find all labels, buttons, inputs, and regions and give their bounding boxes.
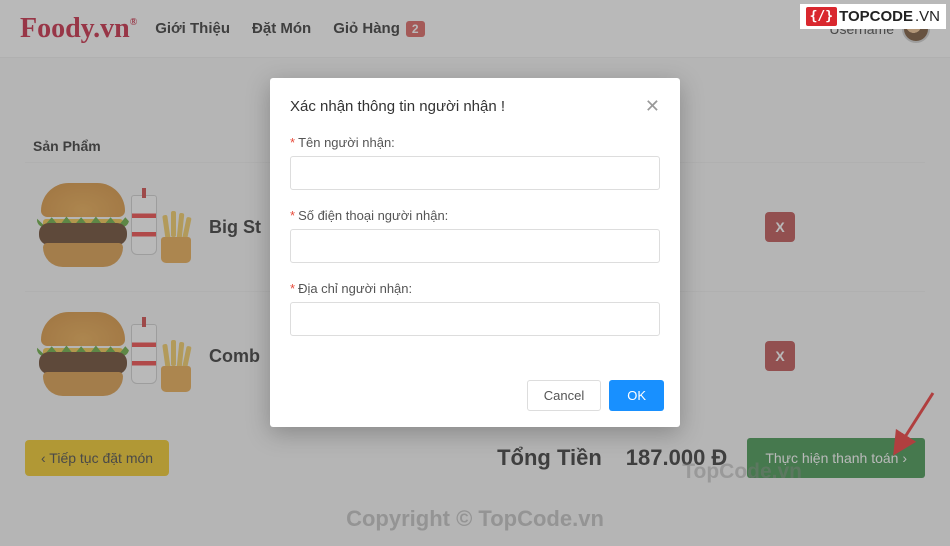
name-label: *Tên người nhận: [290,135,660,150]
topcode-icon: {/} [806,7,837,26]
phone-input[interactable] [290,229,660,263]
close-icon[interactable]: ✕ [645,96,660,117]
cancel-button[interactable]: Cancel [527,380,601,411]
address-label: *Địa chỉ người nhận: [290,281,660,296]
phone-label: *Số điện thoại người nhận: [290,208,660,223]
modal-title: Xác nhận thông tin người nhận ! [290,98,505,115]
watermark-copyright: Copyright © TopCode.vn [346,506,604,532]
watermark: TopCode.vn [682,460,802,484]
topcode-badge: {/} TOPCODE.VN [800,4,946,29]
confirm-modal: Xác nhận thông tin người nhận ! ✕ *Tên n… [270,78,680,427]
ok-button[interactable]: OK [609,380,664,411]
name-input[interactable] [290,156,660,190]
address-input[interactable] [290,302,660,336]
